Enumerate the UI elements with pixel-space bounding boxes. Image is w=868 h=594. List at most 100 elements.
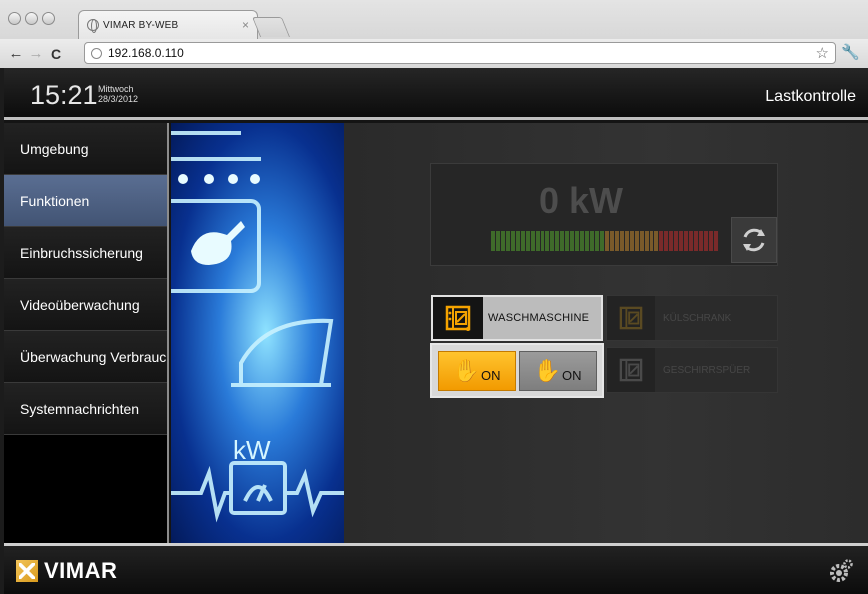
functions-illustration: kW <box>171 123 344 543</box>
bookmark-star-icon[interactable]: ☆ <box>816 44 829 62</box>
sidebar-item-funktionen[interactable]: Funktionen <box>4 175 167 227</box>
art-kw-label: kW <box>233 435 271 465</box>
power-bar-segment <box>699 231 703 251</box>
device-fridge[interactable]: KÜLSCHRANK <box>606 295 778 341</box>
power-bar-segment <box>664 231 669 251</box>
power-bar-segment <box>604 231 609 251</box>
power-bar-segment <box>510 231 515 251</box>
back-button[interactable]: ← <box>6 45 26 62</box>
sidebar-item-ueberwachung-verbrauch[interactable]: Überwachung Verbrauch <box>4 331 167 383</box>
page-icon <box>91 47 102 59</box>
power-bar-segment <box>703 231 708 251</box>
refresh-button[interactable] <box>731 217 777 263</box>
power-bar-segment <box>505 231 510 251</box>
sidebar-item-umgebung[interactable]: Umgebung <box>4 123 167 175</box>
washing-machine-icon <box>433 297 483 339</box>
power-bar-segment <box>644 231 649 251</box>
hand-icon: ✋ <box>533 357 561 383</box>
washing-machine-label: WASCHMASCHINE <box>488 312 590 324</box>
device-dishwasher[interactable]: GESCHIRRSPÜER <box>606 347 778 393</box>
power-bar-segment <box>540 231 545 251</box>
clock-date: Mittwoch 28/3/2012 <box>98 84 138 104</box>
refresh-icon <box>743 228 765 252</box>
fridge-icon <box>607 296 655 340</box>
power-bar-segment <box>590 231 595 251</box>
power-bar-segment <box>708 231 713 251</box>
power-bar-segment <box>560 231 565 251</box>
power-bar-segment <box>713 231 718 251</box>
url-text: 192.168.0.110 <box>108 46 184 60</box>
app-footer: VIMAR <box>4 543 868 594</box>
power-bar-segment <box>515 231 520 251</box>
power-bar-segment <box>684 231 689 251</box>
sidebar: Umgebung Funktionen Einbruchssicherung V… <box>4 123 169 543</box>
power-bar-segment <box>614 231 619 251</box>
power-bar-segment <box>580 231 585 251</box>
power-bar-segment <box>619 231 624 251</box>
settings-button[interactable] <box>828 558 854 589</box>
on-button-active[interactable]: ✋ ON <box>437 350 516 391</box>
power-bar-segment <box>570 231 575 251</box>
vimar-logo: VIMAR <box>16 558 117 584</box>
dishwasher-icon <box>607 348 655 392</box>
power-bar-segment <box>555 231 560 251</box>
power-bar-segment <box>565 231 570 251</box>
browser-chrome: VIMAR BY-WEB × ← → C 192.168.0.110 ☆ 🔧 <box>0 0 868 68</box>
app-header: 15:21 Mittwoch 28/3/2012 Lastkontrolle <box>4 68 868 120</box>
wrench-menu-icon[interactable]: 🔧 <box>841 43 860 61</box>
power-bar-segment <box>491 231 495 251</box>
power-bar-segment <box>634 231 639 251</box>
reload-button[interactable]: C <box>46 46 66 62</box>
tab-close-icon[interactable]: × <box>242 18 249 32</box>
weekday-label: Mittwoch <box>98 84 134 94</box>
appliance-illustration-icon: kW <box>171 131 344 523</box>
vimar-logo-icon <box>16 560 38 582</box>
brand-name: VIMAR <box>44 558 118 583</box>
power-bar-segment <box>694 231 699 251</box>
browser-toolbar: ← → C 192.168.0.110 ☆ 🔧 <box>0 39 868 68</box>
power-bar-segment <box>624 231 629 251</box>
close-window-button[interactable] <box>8 12 21 25</box>
power-bar-segment <box>669 231 674 251</box>
dishwasher-label: GESCHIRRSPÜER <box>663 364 751 376</box>
power-bar-segment <box>654 231 659 251</box>
sidebar-item-einbruchssicherung[interactable]: Einbruchssicherung <box>4 227 167 279</box>
tab-title: VIMAR BY-WEB <box>103 19 179 31</box>
on-label: ON <box>561 368 582 383</box>
app-window: 15:21 Mittwoch 28/3/2012 Lastkontrolle U… <box>4 68 868 594</box>
power-bar-segment <box>585 231 590 251</box>
power-bar-segment <box>689 231 694 251</box>
date-label: 28/3/2012 <box>98 94 139 104</box>
zoom-window-button[interactable] <box>42 12 55 25</box>
power-bar-segment <box>595 231 599 251</box>
power-bar-segment <box>599 231 604 251</box>
gear-icon <box>830 559 853 582</box>
power-bar-segment <box>520 231 525 251</box>
globe-icon <box>87 19 99 33</box>
fridge-label: KÜLSCHRANK <box>663 312 732 324</box>
page-title: Lastkontrolle <box>765 88 856 105</box>
minimize-window-button[interactable] <box>25 12 38 25</box>
on-button-inactive[interactable]: ✋ ON <box>518 350 597 391</box>
sidebar-item-videoueberwachung[interactable]: Videoüberwachung <box>4 279 167 331</box>
sidebar-item-systemnachrichten[interactable]: Systemnachrichten <box>4 383 167 435</box>
power-bar-segment <box>609 231 614 251</box>
power-bar-segment <box>575 231 580 251</box>
hand-icon: ✋ <box>452 357 480 383</box>
power-value: 0 kW <box>538 180 624 221</box>
power-bar-segment <box>639 231 644 251</box>
on-label: ON <box>480 368 501 383</box>
browser-tab[interactable]: VIMAR BY-WEB × <box>78 10 258 39</box>
device-washing-machine[interactable]: WASCHMASCHINE <box>431 295 603 341</box>
power-bar-segment <box>545 231 550 251</box>
power-bar-segment <box>679 231 684 251</box>
forward-button[interactable]: → <box>26 45 46 62</box>
power-bar-segment <box>550 231 555 251</box>
on-controls: ✋ ON ✋ ON <box>430 343 604 398</box>
power-bar-segment <box>649 231 654 251</box>
address-bar[interactable]: 192.168.0.110 ☆ <box>84 42 836 64</box>
window-controls <box>8 12 55 25</box>
power-meter: 0 kW <box>430 163 778 266</box>
power-bar-segment <box>530 231 535 251</box>
power-bar-segment <box>535 231 540 251</box>
